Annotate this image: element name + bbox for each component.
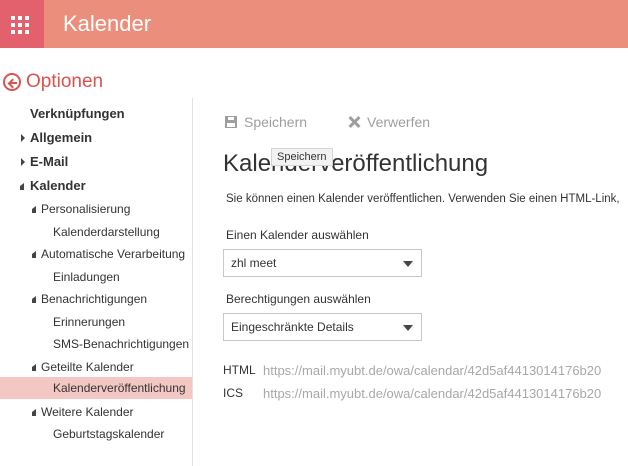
app-title: Kalender — [63, 11, 152, 36]
permission-select-label: Berechtigungen auswählen — [226, 292, 371, 306]
sidebar-item-label: Kalenderdarstellung — [53, 225, 160, 239]
sidebar-item-label: Verknüpfungen — [30, 106, 125, 121]
back-arrow-icon — [3, 73, 21, 91]
sidebar-item-kalender[interactable]: Kalender — [0, 175, 192, 197]
html-link-url[interactable]: https://mail.myubt.de/owa/calendar/42d5a… — [263, 363, 601, 378]
sidebar-item-label: Personalisierung — [41, 202, 131, 216]
sidebar-item-geteilte-kalender[interactable]: Geteilte Kalender — [0, 356, 192, 378]
chevron-down-icon — [20, 183, 24, 190]
close-icon — [348, 116, 360, 128]
options-back-button[interactable]: Optionen — [3, 70, 103, 94]
sidebar-item-label: E-Mail — [30, 154, 69, 169]
sidebar-item-verknuepfungen[interactable]: Verknüpfungen — [0, 103, 192, 125]
sidebar-item-allgemein[interactable]: Allgemein — [0, 127, 192, 149]
sidebar-divider — [192, 98, 193, 466]
page-title: Kalenderveröffentlichung — [223, 150, 489, 177]
calendar-select-label: Einen Kalender auswählen — [226, 228, 369, 242]
sidebar-item-label: Allgemein — [30, 130, 93, 145]
sidebar-item-label: Weitere Kalender — [41, 405, 134, 419]
floppy-disk-icon — [225, 116, 237, 128]
sidebar-item-label: Geteilte Kalender — [41, 360, 134, 374]
calendar-select-value: zhl meet — [231, 256, 277, 270]
chevron-down-icon — [32, 251, 36, 258]
sidebar-item-benachrichtigungen[interactable]: Benachrichtigungen — [0, 288, 192, 310]
chevron-right-icon — [21, 134, 25, 142]
sidebar-item-sms-benachrichtigungen[interactable]: SMS-Benachrichtigungen — [0, 333, 192, 355]
chevron-down-icon — [32, 296, 36, 303]
app-launcher-icon[interactable] — [0, 0, 44, 48]
chevron-down-icon — [403, 325, 413, 331]
save-tooltip: Speichern — [271, 148, 333, 166]
html-link-label: HTML — [223, 363, 256, 377]
sidebar-item-label: Kalender — [30, 178, 86, 193]
sidebar-item-personalisierung[interactable]: Personalisierung — [0, 198, 192, 220]
chevron-down-icon — [32, 364, 36, 371]
save-button[interactable]: Speichern — [225, 112, 307, 132]
sidebar-item-kalenderdarstellung[interactable]: Kalenderdarstellung — [0, 221, 192, 243]
sidebar-item-label: Geburtstagskalender — [53, 427, 165, 441]
sidebar-item-geburtstagskalender[interactable]: Geburtstagskalender — [0, 423, 192, 445]
calendar-select[interactable]: zhl meet — [223, 249, 422, 277]
ics-link-url[interactable]: https://mail.myubt.de/owa/calendar/42d5a… — [263, 386, 601, 401]
sidebar-item-automatische-verarbeitung[interactable]: Automatische Verarbeitung — [0, 243, 192, 265]
sidebar-item-label: Benachrichtigungen — [41, 292, 148, 306]
sidebar-item-label: SMS-Benachrichtigungen — [53, 337, 190, 351]
discard-button-label: Verwerfen — [367, 114, 431, 130]
chevron-down-icon — [403, 261, 413, 267]
chevron-down-icon — [32, 206, 36, 213]
ics-link-label: ICS — [223, 386, 244, 400]
sidebar-item-weitere-kalender[interactable]: Weitere Kalender — [0, 401, 192, 423]
sidebar-item-label: Einladungen — [53, 270, 120, 284]
discard-button[interactable]: Verwerfen — [348, 112, 430, 132]
chevron-down-icon — [32, 409, 36, 416]
permission-select[interactable]: Eingeschränkte Details — [223, 313, 422, 341]
save-button-label: Speichern — [244, 114, 308, 130]
sidebar-item-einladungen[interactable]: Einladungen — [0, 266, 192, 288]
app-header: Kalender — [0, 0, 628, 48]
sidebar-item-label: Erinnerungen — [53, 315, 126, 329]
sidebar-item-label: Automatische Verarbeitung — [41, 247, 186, 261]
permission-select-value: Eingeschränkte Details — [231, 320, 354, 334]
options-label: Optionen — [26, 71, 104, 92]
sidebar-item-erinnerungen[interactable]: Erinnerungen — [0, 311, 192, 333]
sidebar-item-email[interactable]: E-Mail — [0, 151, 192, 173]
chevron-right-icon — [21, 158, 25, 166]
sidebar-item-label: Kalenderveröffentlichung — [53, 381, 186, 395]
description-text: Sie können einen Kalender veröffentliche… — [226, 193, 620, 205]
sidebar-item-kalenderveroeffentlichung[interactable]: Kalenderveröffentlichung — [0, 377, 192, 399]
